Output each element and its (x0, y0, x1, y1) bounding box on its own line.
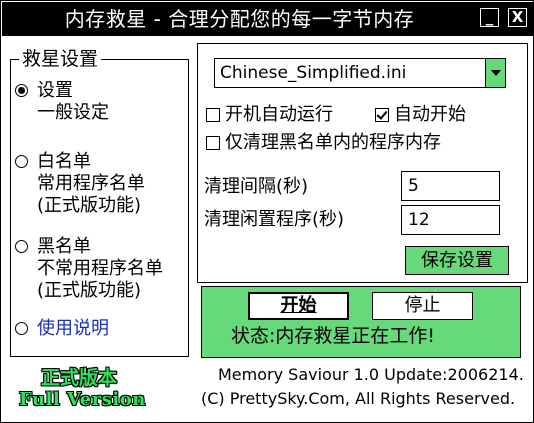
full-version-badge-en: Full Version (19, 389, 146, 410)
version-text: Memory Saviour 1.0 Update:2006214. (218, 365, 524, 384)
idle-label: 清理闲置程序(秒) (204, 209, 345, 230)
settings-nav-title: 救星设置 (19, 47, 102, 71)
nav-option-label: 白名单 常用程序名单 (正式版功能) (37, 151, 145, 216)
radio-icon[interactable] (15, 240, 28, 253)
full-version-badge-cn: 正式版本 (41, 367, 118, 389)
close-button[interactable]: X (508, 8, 527, 27)
autorun-label: 开机自动运行 (225, 104, 333, 125)
checkbox-icon[interactable] (206, 108, 220, 122)
radio-icon[interactable] (15, 155, 28, 168)
copyright-text: (C) PrettySky.Com, All Rights Reserved. (201, 389, 516, 408)
stop-button[interactable]: 停止 (372, 292, 473, 320)
start-button[interactable]: 开始 (248, 292, 349, 320)
checkbox-checked-icon[interactable] (375, 108, 389, 122)
interval-input[interactable]: 5 (401, 171, 500, 201)
title-bar[interactable]: 内存救星 - 合理分配您的每一字节内存 _ X (2, 2, 534, 36)
autostart-label: 自动开始 (394, 104, 466, 125)
window-title: 内存救星 - 合理分配您的每一字节内存 (64, 7, 415, 31)
interval-label: 清理间隔(秒) (204, 176, 309, 197)
language-select[interactable]: Chinese_Simplified.ini (214, 58, 506, 88)
radio-icon[interactable] (15, 84, 28, 97)
status-text: 状态:内存救星正在工作! (231, 325, 436, 347)
checkbox-icon[interactable] (206, 136, 220, 150)
idle-input[interactable]: 12 (401, 205, 500, 235)
minimize-button[interactable]: _ (480, 8, 499, 27)
nav-option-label: 设置 一般设定 (37, 80, 109, 123)
app-window: 内存救星 - 合理分配您的每一字节内存 _ X 救星设置 设置 一般设定 白名单… (0, 0, 534, 423)
save-settings-button[interactable]: 保存设置 (405, 246, 509, 275)
blacklist-only-label: 仅清理黑名单内的程序内存 (225, 132, 441, 153)
radio-icon[interactable] (15, 322, 28, 335)
nav-option-label: 黑名单 不常用程序名单 (正式版功能) (37, 236, 163, 301)
language-select-value: Chinese_Simplified.ini (220, 63, 407, 83)
chevron-down-icon[interactable] (485, 59, 505, 87)
nav-option-label: 使用说明 (37, 318, 109, 339)
